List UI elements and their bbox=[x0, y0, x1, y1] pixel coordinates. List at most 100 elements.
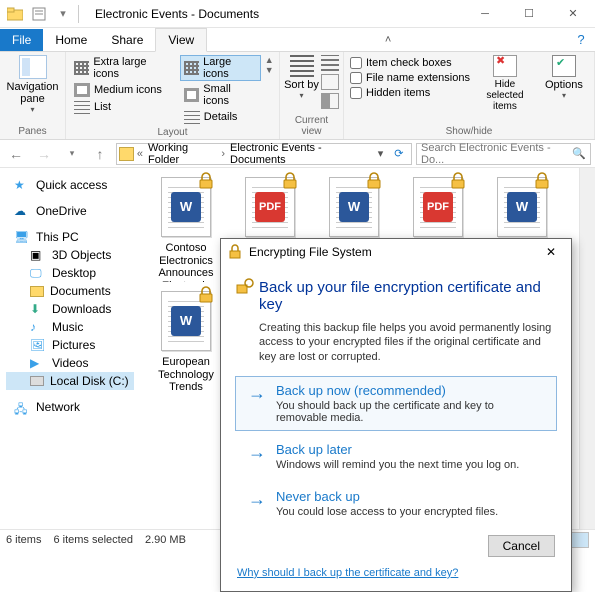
search-input[interactable]: Search Electronic Events - Do... 🔍 bbox=[416, 143, 591, 165]
sidebar-downloads[interactable]: ⬇Downloads bbox=[6, 300, 134, 318]
opt3-desc: You could lose access to your encrypted … bbox=[276, 506, 498, 518]
layout-small-icons[interactable]: Small icons bbox=[180, 82, 262, 108]
close-button[interactable]: ✕ bbox=[551, 0, 595, 28]
item-check-boxes-toggle[interactable]: Item check boxes bbox=[350, 57, 470, 69]
recent-dropdown[interactable]: ▾ bbox=[60, 143, 84, 165]
dialog-close-button[interactable]: ✕ bbox=[537, 245, 565, 259]
hide-selected-button[interactable]: ✖ Hide selected items bbox=[478, 55, 532, 112]
layout-list[interactable]: List bbox=[70, 99, 176, 115]
dialog-description: Creating this backup file helps you avoi… bbox=[259, 321, 557, 364]
tab-file[interactable]: File bbox=[0, 29, 43, 51]
tab-share[interactable]: Share bbox=[99, 29, 155, 51]
file-icon: W bbox=[491, 174, 553, 240]
titlebar: ▾ Electronic Events - Documents ─ ☐ ✕ bbox=[0, 0, 595, 28]
medium-icon bbox=[74, 83, 90, 97]
qat-dropdown-icon[interactable]: ▾ bbox=[52, 4, 74, 24]
details-icon bbox=[184, 110, 200, 124]
music-icon: ♪ bbox=[30, 320, 46, 334]
lock-icon bbox=[197, 286, 215, 304]
sidebar-videos[interactable]: ▶Videos bbox=[6, 354, 134, 372]
pc-icon: 🖥 bbox=[14, 230, 30, 244]
nav-sidebar: ★Quick access ☁OneDrive 🖥This PC ▣3D Obj… bbox=[0, 168, 140, 529]
hide-icon: ✖ bbox=[493, 55, 517, 77]
file-name-ext-toggle[interactable]: File name extensions bbox=[350, 72, 470, 84]
breadcrumb-seg1[interactable]: Working Folder bbox=[144, 142, 220, 166]
maximize-button[interactable]: ☐ bbox=[507, 0, 551, 28]
option-backup-later[interactable]: → Back up laterWindows will remind you t… bbox=[235, 435, 557, 478]
back-button[interactable]: ← bbox=[4, 143, 28, 165]
up-button[interactable]: ↑ bbox=[88, 143, 112, 165]
opt1-title: Back up now (recommended) bbox=[276, 383, 548, 398]
sidebar-documents[interactable]: Documents bbox=[6, 282, 134, 300]
navpane-label: Navigation pane bbox=[4, 81, 61, 105]
sidebar-3d-objects[interactable]: ▣3D Objects bbox=[6, 246, 134, 264]
large-icon bbox=[184, 61, 199, 75]
option-backup-now[interactable]: → Back up now (recommended)You should ba… bbox=[235, 376, 557, 431]
hidden-items-toggle[interactable]: Hidden items bbox=[350, 87, 470, 99]
sidebar-network[interactable]: 🖧Network bbox=[6, 398, 134, 416]
dialog-title: Encrypting File System bbox=[249, 245, 372, 259]
checkbox-ext[interactable] bbox=[350, 72, 362, 84]
sidebar-pictures[interactable]: 🖼Pictures bbox=[6, 336, 134, 354]
cancel-button[interactable]: Cancel bbox=[488, 535, 555, 557]
sidebar-desktop[interactable]: 🖵Desktop bbox=[6, 264, 134, 282]
sidebar-onedrive[interactable]: ☁OneDrive bbox=[6, 202, 134, 220]
options-icon bbox=[552, 55, 576, 77]
checkbox-hidden[interactable] bbox=[350, 87, 362, 99]
cube-icon: ▣ bbox=[30, 248, 46, 262]
ribbon: Navigation pane ▾ Panes Extra large icon… bbox=[0, 52, 595, 140]
cloud-icon: ☁ bbox=[14, 204, 30, 218]
group-by-icon[interactable] bbox=[321, 55, 339, 71]
desktop-icon: 🖵 bbox=[30, 266, 46, 280]
dialog-help-link[interactable]: Why should I back up the certificate and… bbox=[235, 559, 557, 585]
breadcrumb-seg2[interactable]: Electronic Events - Documents bbox=[226, 142, 372, 166]
folder-icon[interactable] bbox=[4, 4, 26, 24]
layout-large-icons[interactable]: Large icons bbox=[180, 55, 262, 81]
status-selected: 6 items selected bbox=[53, 534, 132, 546]
checkbox-itemcheck[interactable] bbox=[350, 57, 362, 69]
refresh-button[interactable]: ⟳ bbox=[389, 147, 409, 160]
file-item[interactable]: WContoso Electronics Announces Electroni… bbox=[146, 174, 226, 282]
status-item-count: 6 items bbox=[6, 534, 41, 546]
sidebar-music[interactable]: ♪Music bbox=[6, 318, 134, 336]
minimize-button[interactable]: ─ bbox=[463, 0, 507, 28]
disk-icon bbox=[30, 376, 44, 386]
view-large-button[interactable] bbox=[569, 532, 589, 548]
lock-icon bbox=[281, 172, 299, 190]
chevron-icon[interactable]: « bbox=[136, 148, 144, 160]
forward-button[interactable]: → bbox=[32, 143, 56, 165]
ribbon-collapse-icon[interactable]: ˄ bbox=[385, 34, 395, 46]
dialog-titlebar[interactable]: Encrypting File System ✕ bbox=[221, 239, 571, 265]
navigation-pane-button[interactable]: Navigation pane ▾ bbox=[4, 55, 61, 114]
add-columns-icon[interactable] bbox=[321, 74, 339, 90]
file-icon: PDF bbox=[407, 174, 469, 240]
pdf-badge-icon: PDF bbox=[423, 192, 453, 222]
network-icon: 🖧 bbox=[14, 400, 30, 414]
layout-medium-icons[interactable]: Medium icons bbox=[70, 82, 176, 98]
xlarge-icon bbox=[74, 61, 89, 75]
layout-details[interactable]: Details bbox=[180, 109, 262, 125]
sidebar-quick-access[interactable]: ★Quick access bbox=[6, 176, 134, 194]
tab-home[interactable]: Home bbox=[43, 29, 99, 51]
navpane-icon bbox=[19, 55, 47, 79]
properties-icon[interactable] bbox=[28, 4, 50, 24]
file-name: Contoso Electronics Announces Electronic… bbox=[146, 240, 226, 282]
tab-view[interactable]: View bbox=[155, 28, 207, 52]
file-item[interactable]: WEuropean Technology Trends bbox=[146, 288, 226, 394]
sort-by-button[interactable]: Sort by ▾ bbox=[284, 55, 319, 100]
dialog-heading: Back up your file encryption certificate… bbox=[259, 279, 557, 313]
option-never-backup[interactable]: → Never back upYou could lose access to … bbox=[235, 482, 557, 525]
folder-icon bbox=[119, 147, 134, 161]
lock-icon bbox=[533, 172, 551, 190]
sidebar-this-pc[interactable]: 🖥This PC bbox=[6, 228, 134, 246]
layout-extra-large-icons[interactable]: Extra large icons bbox=[70, 55, 176, 81]
options-button[interactable]: Options ▾ bbox=[541, 55, 587, 100]
help-icon[interactable]: ? bbox=[573, 32, 589, 48]
layout-scroll[interactable]: ▲▼ bbox=[263, 55, 275, 75]
size-columns-icon[interactable] bbox=[321, 93, 339, 109]
sidebar-local-disk[interactable]: Local Disk (C:) bbox=[6, 372, 134, 390]
address-dropdown[interactable]: ▾ bbox=[372, 147, 389, 160]
address-bar[interactable]: « Working Folder › Electronic Events - D… bbox=[116, 143, 412, 165]
group-layout-label: Layout bbox=[70, 125, 275, 140]
vertical-scrollbar[interactable] bbox=[579, 168, 595, 529]
